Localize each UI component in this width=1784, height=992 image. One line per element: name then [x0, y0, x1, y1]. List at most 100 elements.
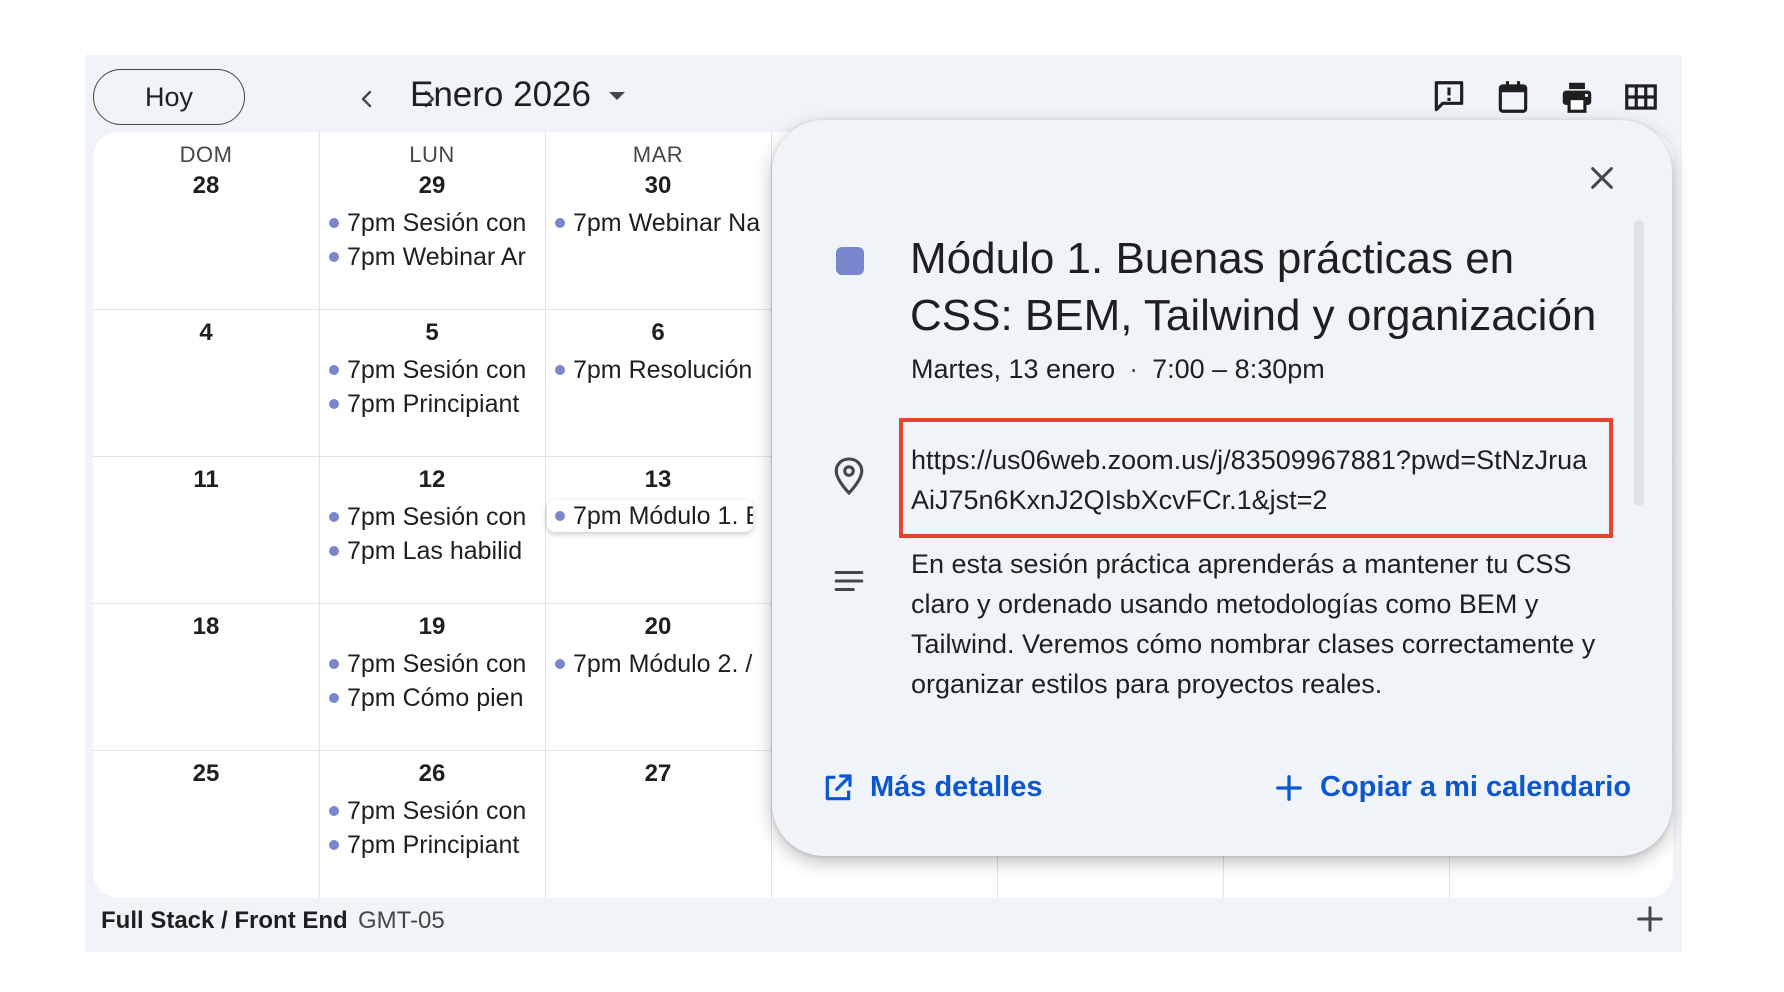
event-dot — [329, 840, 339, 850]
event-title: Webinar Na — [628, 208, 760, 237]
event-chip[interactable]: 7pm Cómo pien — [321, 682, 543, 714]
event-dot — [329, 693, 339, 703]
event-chip[interactable]: 7pm Sesión con — [321, 648, 543, 680]
day-number[interactable]: 29 — [319, 172, 545, 200]
calendar-name: Full Stack / Front End — [101, 907, 348, 934]
event-dot — [555, 659, 565, 669]
event-time: 7pm — [573, 649, 622, 678]
event-chip[interactable]: 7pm Resolución — [547, 354, 760, 386]
day-number[interactable]: 28 — [93, 172, 319, 200]
timezone-label: GMT-05 — [358, 907, 445, 934]
weekday-label-tue: MAR — [632, 142, 684, 167]
event-time: 7pm — [347, 536, 396, 565]
day-number[interactable]: 6 — [545, 319, 771, 347]
event-color-swatch — [836, 247, 864, 275]
day-number[interactable]: 20 — [545, 613, 771, 641]
event-details-popup: Módulo 1. Buenas prácticas en CSS: BEM, … — [772, 120, 1672, 856]
event-dot — [329, 512, 339, 522]
add-calendar-button[interactable] — [1628, 897, 1672, 941]
event-title: Webinar Ar — [402, 242, 526, 271]
popup-scrollbar[interactable] — [1634, 220, 1644, 506]
event-title: Sesión con — [402, 502, 527, 531]
day-number[interactable]: 11 — [93, 466, 319, 494]
day-number[interactable]: 4 — [93, 319, 319, 347]
more-details-label: Más detalles — [870, 771, 1043, 803]
day-number[interactable]: 12 — [319, 466, 545, 494]
event-datetime: Martes, 13 enero · 7:00 – 8:30pm — [911, 354, 1325, 385]
event-chip[interactable]: 7pm Principiant — [321, 829, 543, 861]
event-title: Módulo 2. / — [628, 649, 753, 678]
day-number[interactable]: 30 — [545, 172, 771, 200]
event-dot — [329, 365, 339, 375]
event-title: Resolución — [628, 355, 753, 384]
event-title: Módulo 1. E — [628, 501, 753, 530]
close-icon — [1591, 167, 1613, 189]
event-time: 7pm — [573, 208, 622, 237]
feedback-button[interactable] — [1425, 73, 1473, 121]
event-title: Sesión con — [402, 649, 527, 678]
event-dot — [329, 806, 339, 816]
event-title: Sesión con — [402, 208, 527, 237]
event-time-range: 7:00 – 8:30pm — [1152, 354, 1325, 384]
plus-icon — [1637, 906, 1663, 932]
event-time: 7pm — [573, 501, 622, 530]
event-dot — [329, 546, 339, 556]
event-chip[interactable]: 7pm Sesión con — [321, 354, 543, 386]
day-number[interactable]: 26 — [319, 760, 545, 788]
prev-month-button[interactable] — [345, 77, 389, 121]
event-title: Principiant — [402, 830, 520, 859]
location-pin-icon — [834, 457, 864, 496]
event-location-link[interactable]: https://us06web.zoom.us/j/83509967881?pw… — [911, 440, 1601, 520]
event-time: 7pm — [573, 355, 622, 384]
event-chip[interactable]: 7pm Sesión con — [321, 795, 543, 827]
day-number[interactable]: 25 — [93, 760, 319, 788]
print-icon — [1562, 82, 1592, 113]
weekday-label-mon: LUN — [409, 142, 455, 167]
event-time: 7pm — [347, 649, 396, 678]
view-switch-button[interactable] — [1617, 73, 1665, 121]
calendar-view-button[interactable] — [1489, 73, 1537, 121]
event-chip[interactable]: 7pm Webinar Ar — [321, 241, 543, 273]
event-chip[interactable]: 7pm Webinar Na — [547, 207, 760, 239]
event-time: 7pm — [347, 796, 396, 825]
event-time: 7pm — [347, 242, 396, 271]
event-title: Sesión con — [402, 355, 527, 384]
separator-dot: · — [1129, 354, 1139, 384]
event-time: 7pm — [347, 355, 396, 384]
event-dot — [329, 218, 339, 228]
close-button[interactable] — [1580, 156, 1624, 200]
day-number[interactable]: 27 — [545, 760, 771, 788]
event-dot — [329, 659, 339, 669]
month-label[interactable]: Enero 2026 — [410, 75, 591, 115]
event-title: Principiant — [402, 389, 520, 418]
print-button[interactable] — [1553, 73, 1601, 121]
day-number[interactable]: 13 — [545, 466, 771, 494]
day-number[interactable]: 18 — [93, 613, 319, 641]
event-dot — [555, 218, 565, 228]
calendar-icon — [1498, 81, 1528, 113]
weekday-label-sun: DOM — [179, 142, 233, 167]
event-description: En esta sesión práctica aprenderás a man… — [911, 549, 1596, 699]
event-time: 7pm — [347, 389, 396, 418]
event-dot — [555, 511, 565, 521]
event-chip[interactable]: 7pm Principiant — [321, 388, 543, 420]
event-dot — [329, 252, 339, 262]
event-chip[interactable]: 7pm Las habilid — [321, 535, 543, 567]
open-in-new-icon — [825, 773, 852, 800]
day-number[interactable]: 5 — [319, 319, 545, 347]
event-chip-selected[interactable]: 7pm Módulo 1. E — [547, 500, 753, 532]
description-icon — [834, 570, 864, 592]
more-details-button[interactable]: Más detalles — [822, 771, 1042, 804]
copy-to-calendar-button[interactable]: Copiar a mi calendario — [1274, 771, 1631, 804]
copy-to-calendar-label: Copiar a mi calendario — [1320, 771, 1632, 803]
day-number[interactable]: 19 — [319, 613, 545, 641]
event-chip[interactable]: 7pm Módulo 2. / — [547, 648, 760, 680]
today-button[interactable]: Hoy — [93, 69, 245, 125]
event-title: Las habilid — [402, 536, 523, 565]
event-date: Martes, 13 enero — [911, 354, 1116, 384]
event-chip[interactable]: 7pm Sesión con — [321, 207, 543, 239]
chevron-left-icon — [361, 90, 372, 108]
caret-down-icon[interactable] — [607, 89, 627, 103]
event-chip[interactable]: 7pm Sesión con — [321, 501, 543, 533]
description-area[interactable]: En esta sesión práctica aprenderás a man… — [911, 544, 1611, 708]
